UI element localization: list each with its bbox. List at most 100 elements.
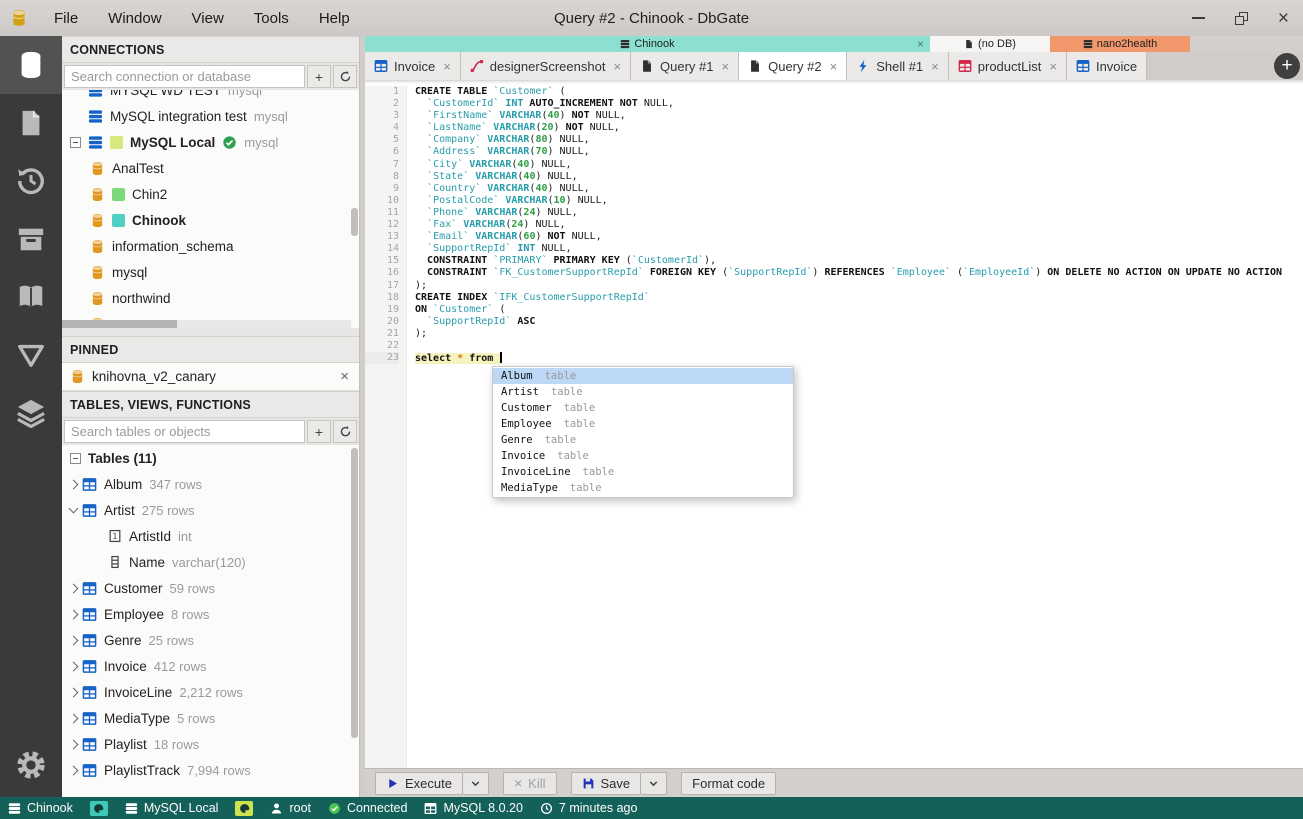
table-row[interactable]: Genre 25 rows	[62, 627, 359, 653]
connections-search-input[interactable]	[64, 65, 305, 88]
menu-view[interactable]: View	[192, 10, 224, 27]
code-line[interactable]: `Phone` VARCHAR(24) NULL,	[415, 207, 1303, 219]
autocomplete-item[interactable]: Customer table	[493, 400, 793, 416]
tab-invoice-2[interactable]: Invoice	[1066, 52, 1148, 80]
chevron-right-icon[interactable]	[68, 661, 79, 671]
code-line[interactable]: `Company` VARCHAR(80) NULL,	[415, 134, 1303, 146]
rail-archive-icon[interactable]	[0, 210, 62, 268]
database-row[interactable]: Chinook	[62, 207, 359, 233]
restore-icon[interactable]	[1234, 11, 1248, 25]
code-line[interactable]: CREATE INDEX `IFK_CustomerSupportRepId`	[415, 292, 1303, 304]
tab-group-nodb[interactable]: (no DB)	[930, 36, 1050, 52]
refresh-connections-icon[interactable]	[333, 65, 357, 88]
code-line[interactable]: `LastName` VARCHAR(20) NOT NULL,	[415, 122, 1303, 134]
tab-query-1[interactable]: Query #1 ×	[631, 52, 740, 80]
status-database[interactable]: Chinook	[8, 801, 73, 815]
close-tab-icon[interactable]: ×	[931, 59, 939, 74]
table-row[interactable]: PlaylistTrack 7,994 rows	[62, 757, 359, 783]
tables-vertical-scrollbar[interactable]	[351, 448, 358, 738]
database-row[interactable]: mysql	[62, 259, 359, 285]
code-line[interactable]: `Address` VARCHAR(70) NULL,	[415, 146, 1303, 158]
code-line[interactable]: `Fax` VARCHAR(24) NULL,	[415, 219, 1303, 231]
execute-button[interactable]: Execute	[375, 771, 463, 795]
code-area[interactable]: CREATE TABLE `Customer` ( `CustomerId` I…	[415, 86, 1303, 365]
close-tab-icon[interactable]: ×	[443, 59, 451, 74]
autocomplete-item[interactable]: InvoiceLine table	[493, 464, 793, 480]
format-code-button[interactable]: Format code	[681, 771, 777, 795]
code-line[interactable]: `Country` VARCHAR(40) NULL,	[415, 183, 1303, 195]
database-row[interactable]: AnalTest	[62, 155, 359, 181]
collapse-box-icon[interactable]	[70, 136, 81, 148]
table-row[interactable]: Customer 59 rows	[62, 575, 359, 601]
code-line[interactable]: `SupportRepId` INT NULL,	[415, 243, 1303, 255]
chevron-right-icon[interactable]	[68, 609, 79, 619]
kill-button[interactable]: × Kill	[502, 771, 557, 795]
code-line[interactable]: ON `Customer` (	[415, 304, 1303, 316]
rail-history-icon[interactable]	[0, 152, 62, 210]
code-line[interactable]: `FirstName` VARCHAR(40) NOT NULL,	[415, 110, 1303, 122]
close-tab-icon[interactable]: ×	[830, 59, 838, 74]
connection-color-palette-icon[interactable]	[235, 800, 254, 816]
chevron-right-icon[interactable]	[68, 479, 79, 489]
connection-row[interactable]: MySQL integration test mysql	[62, 103, 359, 129]
autocomplete-item[interactable]: Invoice table	[493, 448, 793, 464]
chevron-right-icon[interactable]	[68, 687, 79, 697]
autocomplete-item[interactable]: Album table	[493, 368, 793, 384]
code-line[interactable]: select * from	[415, 352, 1303, 365]
new-tab-plus-button[interactable]: +	[1274, 53, 1300, 79]
connection-row[interactable]: MySQL Local mysql	[62, 129, 359, 155]
tab-productlist[interactable]: productList ×	[948, 52, 1067, 80]
code-line[interactable]: `State` VARCHAR(40) NULL,	[415, 171, 1303, 183]
code-line[interactable]: );	[415, 328, 1303, 340]
database-row[interactable]: information_schema	[62, 233, 359, 259]
code-line[interactable]: CREATE TABLE `Customer` (	[415, 86, 1303, 98]
close-tab-icon[interactable]: ×	[1049, 59, 1057, 74]
status-connection[interactable]: MySQL Local	[125, 801, 218, 815]
code-line[interactable]: `SupportRepId` ASC	[415, 316, 1303, 328]
save-button[interactable]: Save	[570, 771, 642, 795]
rail-settings-gear-icon[interactable]	[0, 733, 62, 797]
code-line[interactable]: CONSTRAINT `PRIMARY` PRIMARY KEY (`Custo…	[415, 255, 1303, 267]
chevron-right-icon[interactable]	[68, 583, 79, 593]
connections-vertical-scrollbar[interactable]	[351, 208, 358, 236]
menu-window[interactable]: Window	[108, 10, 161, 27]
add-object-button[interactable]: +	[307, 420, 331, 443]
autocomplete-item[interactable]: Employee table	[493, 416, 793, 432]
rail-layers-icon[interactable]	[0, 384, 62, 442]
database-color-palette-icon[interactable]	[89, 800, 108, 816]
table-row[interactable]: Invoice 412 rows	[62, 653, 359, 679]
collapse-box-icon[interactable]	[70, 452, 81, 464]
rail-file-icon[interactable]	[0, 94, 62, 152]
rail-filter-triangle-icon[interactable]	[0, 326, 62, 384]
chevron-right-icon[interactable]	[68, 635, 79, 645]
menu-file[interactable]: File	[54, 10, 78, 27]
minimize-icon[interactable]	[1191, 17, 1205, 19]
rail-plugins-icon[interactable]	[0, 268, 62, 326]
tab-designerscreenshot[interactable]: designerScreenshot ×	[460, 52, 632, 80]
rail-database-icon[interactable]	[0, 36, 62, 94]
execute-dropdown-button[interactable]	[462, 771, 489, 795]
connection-row[interactable]: MYSQL WD TEST mysql	[62, 90, 359, 103]
table-row[interactable]: Employee 8 rows	[62, 601, 359, 627]
status-last-refresh[interactable]: 7 minutes ago	[540, 801, 637, 815]
tab-invoice[interactable]: Invoice ×	[365, 52, 461, 80]
code-line[interactable]: `PostalCode` VARCHAR(10) NULL,	[415, 195, 1303, 207]
chevron-down-icon[interactable]	[68, 503, 79, 514]
autocomplete-item[interactable]: Artist table	[493, 384, 793, 400]
table-row[interactable]: MediaType 5 rows	[62, 705, 359, 731]
refresh-tables-icon[interactable]	[333, 420, 357, 443]
pinned-item-row[interactable]: knihovna_v2_canary ×	[62, 363, 359, 391]
code-line[interactable]: `City` VARCHAR(40) NULL,	[415, 159, 1303, 171]
code-line[interactable]: CONSTRAINT `FK_CustomerSupportRepId` FOR…	[415, 267, 1303, 279]
tab-shell-1[interactable]: Shell #1 ×	[847, 52, 949, 80]
chevron-right-icon[interactable]	[68, 713, 79, 723]
menu-help[interactable]: Help	[319, 10, 350, 27]
table-row[interactable]: Artist 275 rows	[62, 497, 359, 523]
chevron-right-icon[interactable]	[68, 739, 79, 749]
close-group-icon[interactable]: ×	[917, 37, 924, 51]
column-row[interactable]: ArtistId int	[62, 523, 359, 549]
chevron-right-icon[interactable]	[68, 765, 79, 775]
close-icon[interactable]: ×	[1278, 9, 1289, 28]
close-tab-icon[interactable]: ×	[722, 59, 730, 74]
sql-editor[interactable]: 1 2 3 4 5 6 7 8 9 10 11 12 13 14 15 16 17 18 19 20 21 22 23 CR…	[365, 80, 1303, 768]
